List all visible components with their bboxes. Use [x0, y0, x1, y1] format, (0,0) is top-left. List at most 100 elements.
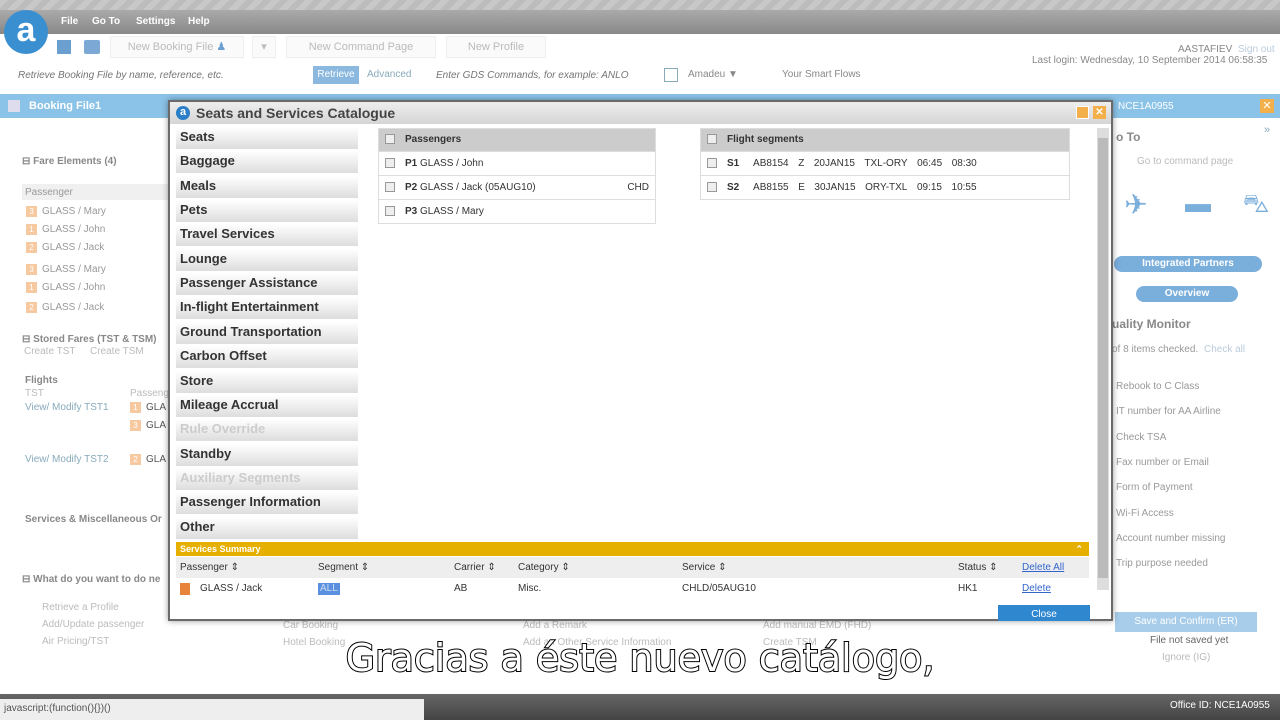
smart-flows-link[interactable]: Your Smart Flows [782, 69, 861, 80]
gds-command-input[interactable] [436, 66, 658, 84]
flight-icon[interactable]: ✈ [1116, 188, 1156, 228]
dropdown-button[interactable]: ▾ [252, 36, 276, 58]
segment-checkbox[interactable] [707, 182, 717, 193]
quality-item[interactable]: Account number missing [1116, 533, 1226, 544]
print-icon[interactable] [84, 40, 100, 54]
status-bar: javascript:(function(){})() Office ID: N… [0, 694, 1280, 720]
create-tsm-link[interactable]: Create TSM [90, 346, 144, 357]
category-item[interactable]: Seats [176, 127, 358, 149]
passenger-row[interactable]: P2 GLASS / Jack (05AUG10) CHD [379, 175, 655, 199]
category-sort-header[interactable]: Category ⇕ [518, 558, 570, 578]
advanced-link[interactable]: Advanced [367, 69, 411, 80]
carrier-sort-header[interactable]: Carrier ⇕ [454, 558, 496, 578]
retrieve-button[interactable]: Retrieve [313, 66, 359, 84]
quality-item[interactable]: Rebook to C Class [1116, 381, 1199, 392]
maximize-icon[interactable] [1076, 106, 1089, 119]
passenger-checkbox[interactable] [385, 182, 395, 193]
next-steps-header[interactable]: ⊟ What do you want to do ne [22, 574, 160, 585]
category-item[interactable]: Carbon Offset [176, 346, 358, 369]
passenger-checkbox[interactable] [385, 158, 395, 169]
collapse-icon[interactable]: ⌃ [1075, 542, 1083, 556]
category-item[interactable]: Ground Transportation [176, 321, 358, 344]
category-item[interactable]: Passenger Information [176, 492, 358, 515]
seats-services-dialog: a Seats and Services Catalogue ✕ Seats Ba… [168, 100, 1113, 621]
expand-icon[interactable]: » [1264, 124, 1270, 136]
integrated-partners-button[interactable]: Integrated Partners [1114, 256, 1262, 272]
category-item[interactable]: Lounge [176, 248, 358, 271]
car-icon[interactable]: ⛍ [1232, 188, 1280, 228]
menu-file[interactable]: File [61, 16, 78, 27]
category-item[interactable]: Other [176, 516, 358, 539]
category-item[interactable]: Store [176, 370, 358, 393]
fare-passenger: 1 GLASS / John [26, 282, 105, 293]
segment-sort-header[interactable]: Segment ⇕ [318, 558, 369, 578]
overview-button[interactable]: Overview [1136, 286, 1238, 302]
quality-item[interactable]: Trip purpose needed [1116, 558, 1208, 569]
add-remark-link[interactable]: Add a Remark [523, 620, 587, 631]
menu-goto[interactable]: Go To [92, 16, 120, 27]
close-icon[interactable]: ✕ [1093, 106, 1106, 119]
command-page-link[interactable]: Go to command page [1137, 156, 1233, 167]
segment-row[interactable]: S2 AB8155 E 30JAN15 ORY-TXL 09:15 10:55 [701, 175, 1069, 199]
quality-item[interactable]: IT number for AA Airline [1116, 406, 1221, 417]
new-booking-file-button[interactable]: New Booking File ♟ [110, 36, 244, 58]
left-panel: ⊟ Fare Elements (4) Passenger 3 GLASS / M… [0, 118, 172, 694]
booking-file-tab[interactable]: Booking File1 [29, 100, 101, 112]
video-subtitle: Gracias a éste nuevo catálogo, [345, 635, 936, 681]
gds-select[interactable]: Amadeu ▼ [688, 69, 738, 80]
retrieve-profile-link[interactable]: Retrieve a Profile [42, 602, 119, 613]
passenger-row[interactable]: P1 GLASS / John [379, 151, 655, 175]
scrollbar[interactable] [1097, 128, 1109, 590]
select-all-passengers-checkbox[interactable] [385, 134, 395, 145]
fare-elements-header[interactable]: ⊟ Fare Elements (4) [22, 156, 117, 167]
category-item[interactable]: In-flight Entertainment [176, 297, 358, 320]
add-passenger-link[interactable]: Add/Update passenger [42, 619, 144, 630]
new-profile-button[interactable]: New Profile [446, 36, 546, 58]
stored-fares-header[interactable]: ⊟ Stored Fares (TST & TSM) [22, 334, 157, 345]
sign-out-link[interactable]: Sign out [1238, 44, 1275, 55]
quality-item[interactable]: Form of Payment [1116, 482, 1193, 493]
save-icon[interactable] [57, 40, 71, 54]
save-confirm-button[interactable]: Save and Confirm (ER) [1115, 612, 1257, 632]
segment-row[interactable]: S1 AB8154 Z 20JAN15 TXL-ORY 06:45 08:30 [701, 151, 1069, 175]
delete-link[interactable]: Delete [1022, 580, 1051, 598]
select-all-segments-checkbox[interactable] [707, 134, 717, 145]
create-tst-link[interactable]: Create TST [24, 346, 76, 357]
tst2-link[interactable]: View/ Modify TST2 [25, 454, 109, 465]
menu-help[interactable]: Help [188, 16, 210, 27]
category-item[interactable]: Travel Services [176, 224, 358, 247]
fare-passenger: 2 GLASS / Jack [26, 242, 104, 253]
close-panel-icon[interactable]: ✕ [1260, 99, 1274, 113]
passenger-sort-header[interactable]: Passenger ⇕ [180, 558, 239, 578]
new-command-page-button[interactable]: New Command Page [286, 36, 436, 58]
segment-checkbox[interactable] [707, 158, 717, 169]
segments-table: Flight segments S1 AB8154 Z 20JAN15 TXL-… [700, 128, 1070, 200]
menu-settings[interactable]: Settings [136, 16, 175, 27]
last-login: Last login: Wednesday, 10 September 2014… [1032, 55, 1268, 66]
category-item[interactable]: Mileage Accrual [176, 394, 358, 417]
close-button[interactable]: Close [998, 605, 1090, 621]
fare-passenger: 2 GLASS / Jack [26, 302, 104, 313]
category-item[interactable]: Passenger Assistance [176, 273, 358, 296]
list-icon[interactable] [664, 68, 678, 82]
category-item[interactable]: Meals [176, 175, 358, 198]
quality-item[interactable]: Wi-Fi Access [1116, 508, 1174, 519]
passenger-row[interactable]: P3 GLASS / Mary [379, 199, 655, 223]
category-item[interactable]: Baggage [176, 151, 358, 174]
summary-service: CHLD/05AUG10 [682, 583, 756, 594]
passenger-column: Passenger [22, 184, 172, 200]
tst1-link[interactable]: View/ Modify TST1 [25, 402, 109, 413]
quality-item[interactable]: Fax number or Email [1116, 457, 1209, 468]
hotel-icon[interactable]: ▬ [1174, 188, 1222, 228]
passenger-checkbox[interactable] [385, 206, 395, 217]
check-all-link[interactable]: Check all [1204, 344, 1245, 355]
category-item[interactable]: Pets [176, 200, 358, 223]
quality-item[interactable]: Check TSA [1116, 432, 1166, 443]
car-booking-link[interactable]: Car Booking [283, 620, 338, 631]
delete-all-link[interactable]: Delete All [1022, 558, 1064, 578]
category-item[interactable]: Standby [176, 443, 358, 466]
add-emd-link[interactable]: Add manual EMD (FHD) [763, 620, 871, 631]
retrieve-input[interactable] [18, 66, 303, 84]
status-sort-header[interactable]: Status ⇕ [958, 558, 998, 578]
service-sort-header[interactable]: Service ⇕ [682, 558, 727, 578]
